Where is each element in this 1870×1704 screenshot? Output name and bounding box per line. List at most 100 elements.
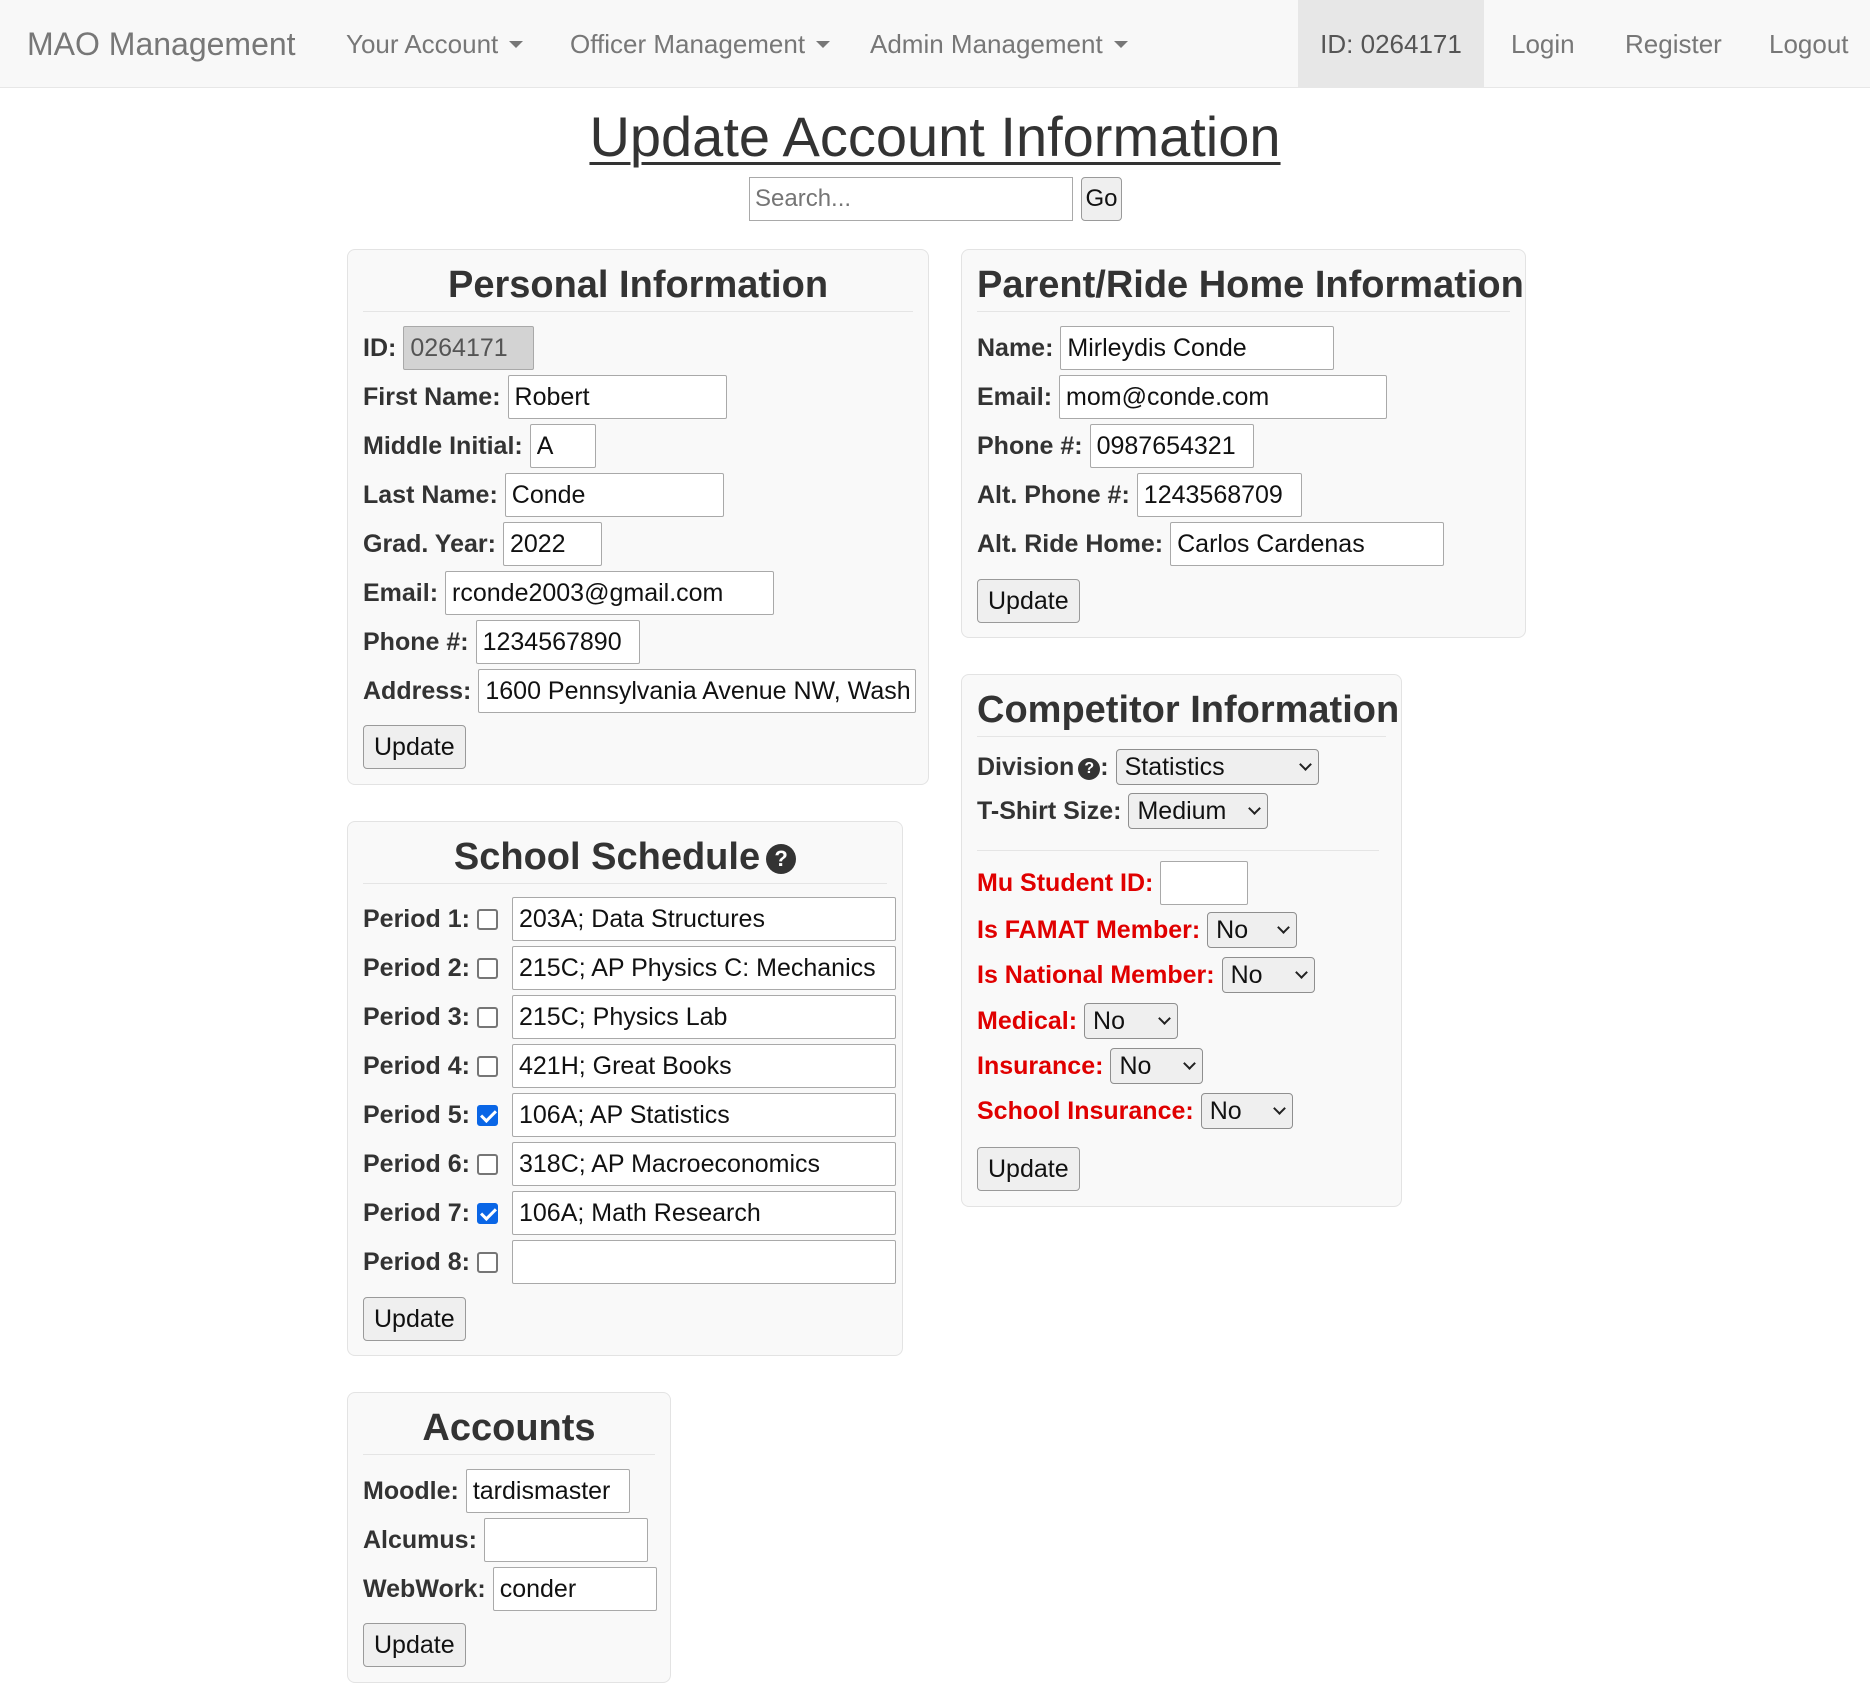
moodle-label: Moodle: [363,1476,459,1505]
school-insurance-select[interactable]: No [1200,1093,1293,1129]
division-label-text: Division [977,752,1075,781]
competitor-update-button[interactable]: Update [977,1147,1080,1191]
period-field[interactable] [511,1093,896,1137]
go-button[interactable]: Go [1081,177,1122,221]
competitor-information-title: Competitor Information [977,685,1399,737]
current-user-id[interactable]: ID: 0264171 [1298,0,1484,88]
phone-label: Phone #: [363,627,469,656]
question-circle-icon[interactable]: ? [766,844,797,874]
parent-update-button[interactable]: Update [977,579,1080,623]
admin-management-menu[interactable]: Admin Management [870,0,1128,88]
insurance-select[interactable]: No [1110,1048,1204,1084]
address-label: Address: [363,676,472,705]
parent-email-label: Email: [977,382,1053,411]
address-field[interactable] [478,669,917,713]
period-row: Period 8: [363,1239,896,1285]
period-checkbox[interactable] [476,1104,498,1126]
first-name-field[interactable] [507,375,727,419]
first-name-label: First Name: [363,382,501,411]
insurance-label: Insurance: [977,1051,1104,1080]
officer-management-label: Officer Management [570,29,806,59]
period-label: Period 5: [363,1100,470,1129]
period-checkbox[interactable] [476,1251,498,1273]
alt-phone-field[interactable] [1136,473,1302,517]
famat-select-value: No [1216,915,1249,944]
division-label-colon: : [1100,752,1109,781]
competitor-divider [977,850,1379,851]
chevron-down-icon [1294,965,1308,979]
alcumus-field[interactable] [483,1518,648,1562]
competitor-information-panel: Competitor Information Division?: Statis… [961,674,1402,1207]
mu-student-id-row: Mu Student ID: [977,860,1249,906]
email-field[interactable] [445,571,775,615]
famat-select[interactable]: No [1207,912,1298,948]
accounts-update-button[interactable]: Update [363,1623,466,1667]
mu-student-id-field[interactable] [1160,861,1249,905]
phone-field[interactable] [475,620,640,664]
middle-initial-label: Middle Initial: [363,431,523,460]
division-select[interactable]: Statistics [1115,749,1319,785]
period-field[interactable] [511,946,896,990]
medical-select[interactable]: No [1084,1003,1179,1039]
period-field[interactable] [511,995,896,1039]
period-field[interactable] [511,1191,896,1235]
period-label: Period 7: [363,1198,470,1227]
brand-link[interactable]: MAO Management [27,0,296,88]
parent-name-label: Name: [977,333,1054,362]
parent-phone-field[interactable] [1089,424,1254,468]
your-account-label: Your Account [346,29,499,59]
personal-update-button[interactable]: Update [363,725,466,769]
register-link[interactable]: Register [1625,0,1722,88]
search-input[interactable] [749,177,1073,221]
webwork-field[interactable] [492,1567,657,1611]
period-label: Period 2: [363,953,470,982]
moodle-field[interactable] [465,1469,630,1513]
admin-management-label: Admin Management [870,29,1103,59]
period-checkbox[interactable] [476,957,498,979]
school-insurance-label: School Insurance: [977,1096,1194,1125]
officer-management-menu[interactable]: Officer Management [570,0,831,88]
grad-year-label: Grad. Year: [363,529,496,558]
logout-link[interactable]: Logout [1769,0,1849,88]
insurance-row: Insurance: No [977,1043,1204,1089]
period-label: Period 6: [363,1149,470,1178]
your-account-menu[interactable]: Your Account [346,0,524,88]
middle-initial-field[interactable] [529,424,596,468]
last-name-label: Last Name: [363,480,498,509]
login-link[interactable]: Login [1511,0,1575,88]
parent-name-field[interactable] [1060,326,1335,370]
caret-down-icon [1113,40,1128,48]
period-checkbox[interactable] [476,1055,498,1077]
period-checkbox[interactable] [476,908,498,930]
alt-ride-home-row: Alt. Ride Home: [977,521,1445,567]
period-checkbox[interactable] [476,1202,498,1224]
period-row: Period 3: [363,994,896,1040]
last-name-field[interactable] [504,473,724,517]
parent-email-field[interactable] [1059,375,1388,419]
school-schedule-panel: School Schedule? Period 1: Period 2: Per… [347,821,903,1356]
tshirt-select[interactable]: Medium [1128,793,1269,829]
alt-phone-row: Alt. Phone #: [977,472,1302,518]
medical-label: Medical: [977,1006,1078,1035]
period-field[interactable] [511,1142,896,1186]
alcumus-label: Alcumus: [363,1525,477,1554]
tshirt-label: T-Shirt Size: [977,796,1122,825]
period-label: Period 8: [363,1247,470,1276]
alt-ride-home-field[interactable] [1170,522,1445,566]
period-row: Period 1: [363,896,896,942]
grad-year-field[interactable] [502,522,602,566]
alt-phone-label: Alt. Phone #: [977,480,1130,509]
period-field[interactable] [511,1240,896,1284]
period-field[interactable] [511,1044,896,1088]
tshirt-select-value: Medium [1137,796,1227,825]
mu-student-id-label: Mu Student ID: [977,868,1154,897]
schedule-update-button[interactable]: Update [363,1297,466,1341]
national-select[interactable]: No [1221,957,1315,993]
period-checkbox[interactable] [476,1006,498,1028]
national-select-value: No [1230,960,1263,989]
period-checkbox[interactable] [476,1153,498,1175]
question-circle-icon[interactable]: ? [1078,757,1101,780]
middle-initial-row: Middle Initial: [363,423,596,469]
period-field[interactable] [511,897,896,941]
first-name-row: First Name: [363,374,727,420]
